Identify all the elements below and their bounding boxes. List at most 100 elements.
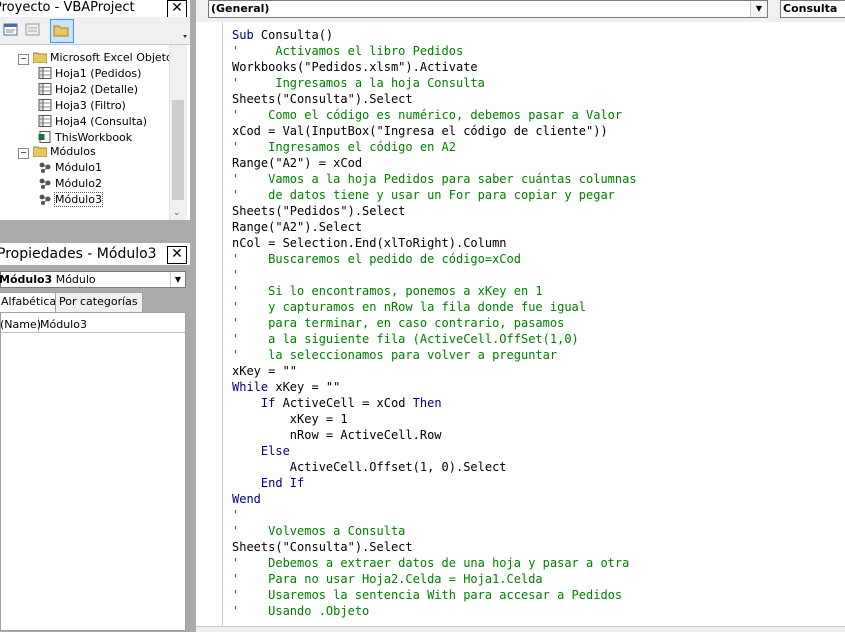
property-row[interactable]: (Name) Módulo3 xyxy=(0,317,185,333)
code-line[interactable]: ' Debemos a extraer datos de una hoja y … xyxy=(232,555,637,571)
code-line[interactable]: ' Vamos a la hoja Pedidos para saber cuá… xyxy=(232,171,637,187)
tree-item[interactable]: Módulo2 xyxy=(38,176,102,192)
code-comment: ' Si lo encontramos, ponemos a xKey en 1 xyxy=(232,284,543,298)
code-line[interactable]: Sheets("Consulta").Select xyxy=(232,539,637,555)
code-line[interactable]: ' Buscaremos el pedido de código=xCod xyxy=(232,251,637,267)
code-comment: ' Ingresamos a la hoja Consulta xyxy=(232,76,485,90)
code-line[interactable]: Range("A2").Select xyxy=(232,219,637,235)
code-comment: ' Usaremos la sentencia With para accesa… xyxy=(232,588,623,602)
code-line[interactable]: While xKey = "" xyxy=(232,379,637,395)
code-line[interactable]: ' Ingresamos el código en A2 xyxy=(232,139,637,155)
code-line[interactable]: ' y capturamos en nRow la fila donde fue… xyxy=(232,299,637,315)
object-name: Módulo3 xyxy=(0,273,53,286)
code-line[interactable]: ' Ingresamos a la hoja Consulta xyxy=(232,75,637,91)
code-line[interactable]: ActiveCell.Offset(1, 0).Select xyxy=(232,459,637,475)
code-line[interactable]: Sheets("Pedidos").Select xyxy=(232,203,637,219)
scroll-down-icon[interactable]: ⌄ xyxy=(173,208,181,218)
object-select[interactable]: Módulo3 Módulo ▼ xyxy=(0,271,186,288)
code-line[interactable]: xKey = 1 xyxy=(232,411,637,427)
project-explorer-title: Proyecto - VBAProject ✕ xyxy=(0,0,190,17)
horizontal-scrollbar[interactable] xyxy=(196,626,845,632)
code-line[interactable]: Sub Consulta() xyxy=(232,27,637,43)
collapse-icon[interactable]: − xyxy=(18,148,29,159)
tab-alfabetica[interactable]: Alfabética xyxy=(0,292,62,314)
code-line[interactable]: ' Para no usar Hoja2.Celda = Hoja1.Celda xyxy=(232,571,637,587)
close-icon[interactable]: ✕ xyxy=(167,0,187,17)
code-line[interactable]: xKey = "" xyxy=(232,363,637,379)
code-text: Range("A2").Select xyxy=(232,220,363,234)
view-code-icon[interactable] xyxy=(2,21,20,39)
code-comment: ' Activamos el libro Pedidos xyxy=(232,44,464,58)
code-line[interactable]: ' Si lo encontramos, ponemos a xKey en 1 xyxy=(232,283,637,299)
code-line[interactable]: End If xyxy=(232,475,637,491)
tree-item[interactable]: Módulo3 xyxy=(38,192,103,208)
tree-item[interactable]: Hoja3 (Filtro) xyxy=(38,98,126,114)
tree-item-label: ThisWorkbook xyxy=(55,131,133,144)
code-comment: ' Buscaremos el pedido de código=xCod xyxy=(232,252,521,266)
code-window: (General) ▼ Consulta Sub Consulta() ' Act… xyxy=(196,0,845,632)
code-line[interactable]: ' Usaremos la sentencia With para accesa… xyxy=(232,587,637,603)
tree-item-label: Hoja3 (Filtro) xyxy=(55,99,126,112)
code-line[interactable]: nCol = Selection.End(xlToRight).Column xyxy=(232,235,637,251)
project-tree: − Microsoft Excel Objetos Hoja1 (Pedidos) H… xyxy=(0,45,190,220)
code-keyword: End If xyxy=(260,476,305,490)
sheet-icon xyxy=(38,67,52,79)
tree-scrollbar[interactable]: ⌄ xyxy=(169,45,187,220)
collapse-icon[interactable]: − xyxy=(18,54,29,65)
code-editor[interactable]: Sub Consulta() ' Activamos el libro Pedid… xyxy=(223,22,845,626)
tree-item[interactable]: Hoja1 (Pedidos) xyxy=(38,66,141,82)
code-line[interactable]: If ActiveCell = xCod Then xyxy=(232,395,637,411)
toolbar-overflow-icon[interactable] xyxy=(182,21,188,41)
code-line[interactable]: ' Usando .Objeto xyxy=(232,603,637,619)
code-text: ActiveCell = xCod xyxy=(282,396,413,410)
tree-item-label: Hoja1 (Pedidos) xyxy=(55,67,142,80)
code-line[interactable]: Sheets("Consulta").Select xyxy=(232,91,637,107)
code-text: Consulta() xyxy=(260,28,334,42)
tree-item[interactable]: − Microsoft Excel Objetos xyxy=(18,50,178,66)
code-line[interactable]: ' Activamos el libro Pedidos xyxy=(232,43,637,59)
object-combo[interactable]: (General) ▼ xyxy=(208,0,768,18)
code-line[interactable]: ' Volvemos a Consulta xyxy=(232,523,637,539)
code-comment: ' de datos tiene y usar un For para copi… xyxy=(232,188,615,202)
tree-scroll-thumb[interactable] xyxy=(172,100,184,200)
code-line[interactable]: ' de datos tiene y usar un For para copi… xyxy=(232,187,637,203)
code-line[interactable]: Else xyxy=(232,443,637,459)
code-line[interactable]: Workbooks("Pedidos.xlsm").Activate xyxy=(232,59,637,75)
code-line[interactable]: Wend xyxy=(232,491,637,507)
code-comment: ' Ingresamos el código en A2 xyxy=(232,140,456,154)
code-line[interactable]: xCod = Val(InputBox("Ingresa el código d… xyxy=(232,123,637,139)
properties-tabs: Alfabética Por categorías xyxy=(0,292,190,314)
code-line[interactable]: ' xyxy=(232,507,637,523)
code-text: ActiveCell.Offset(1, 0).Select xyxy=(232,460,507,474)
toggle-folders-icon[interactable] xyxy=(50,19,74,43)
chevron-down-icon[interactable]: ▼ xyxy=(750,1,767,17)
code-line[interactable]: ' para terminar, en caso contrario, pasa… xyxy=(232,315,637,331)
property-value[interactable]: Módulo3 xyxy=(40,317,87,332)
code-text: Workbooks("Pedidos.xlsm").Activate xyxy=(232,60,478,74)
code-text: nRow = ActiveCell.Row xyxy=(232,428,442,442)
tree-item[interactable]: Hoja4 (Consulta) xyxy=(38,114,147,130)
code-text: Sheets("Consulta").Select xyxy=(232,540,413,554)
code-line[interactable]: nRow = ActiveCell.Row xyxy=(232,427,637,443)
code-keyword: Then xyxy=(412,396,442,410)
code-line[interactable]: ' a la siguiente fila (ActiveCell.OffSet… xyxy=(232,331,637,347)
code-margin[interactable] xyxy=(196,22,223,626)
code-keyword: If xyxy=(260,396,283,410)
view-object-icon[interactable] xyxy=(24,21,42,39)
tree-item[interactable]: Módulo1 xyxy=(38,160,102,176)
code-comment: ' Volvemos a Consulta xyxy=(232,524,406,538)
tree-item[interactable]: − Módulos xyxy=(18,144,96,160)
code-line[interactable]: Range("A2") = xCod xyxy=(232,155,637,171)
code-line[interactable]: ' xyxy=(232,267,637,283)
code-line[interactable]: ' Como el código es numérico, debemos pa… xyxy=(232,107,637,123)
code-line[interactable]: ' la seleccionamos para volver a pregunt… xyxy=(232,347,637,363)
close-icon[interactable]: ✕ xyxy=(167,246,187,264)
folder-icon xyxy=(32,145,48,158)
tab-por-categorias[interactable]: Por categorías xyxy=(55,292,143,314)
tree-item[interactable]: Hoja2 (Detalle) xyxy=(38,82,138,98)
procedure-combo[interactable]: Consulta xyxy=(780,0,845,18)
chevron-down-icon[interactable]: ▼ xyxy=(170,272,185,287)
code-comment: ' Para no usar Hoja2.Celda = Hoja1.Celda xyxy=(232,572,543,586)
code-lines[interactable]: Sub Consulta() ' Activamos el libro Pedid… xyxy=(232,27,637,619)
